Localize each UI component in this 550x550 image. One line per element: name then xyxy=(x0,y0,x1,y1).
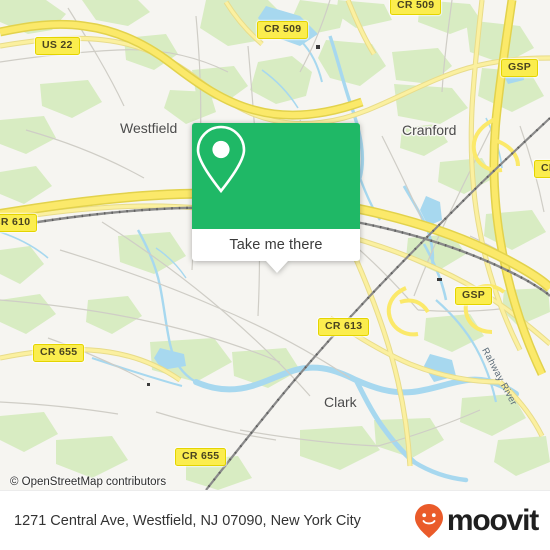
take-me-there-label: Take me there xyxy=(229,237,323,253)
map-attribution-bar: © OpenStreetMap contributors xyxy=(0,474,550,490)
footer-content: 1271 Central Ave, Westfield, NJ 07090, N… xyxy=(0,491,550,550)
footer-bar: 1271 Central Ave, Westfield, NJ 07090, N… xyxy=(0,490,550,550)
map-pin-icon xyxy=(196,125,246,194)
shield-cr-east-clipped: CR xyxy=(534,160,550,178)
callout-action-area[interactable]: Take me there xyxy=(192,229,360,261)
map-canvas[interactable]: Westfield Cranford Clark Rahway River US… xyxy=(0,0,550,490)
shield-us-22: US 22 xyxy=(35,37,80,55)
moovit-map-screen: Westfield Cranford Clark Rahway River US… xyxy=(0,0,550,550)
moovit-wordmark: moovit xyxy=(446,504,539,537)
shield-cr-509-north: CR 509 xyxy=(390,0,442,15)
location-callout-card[interactable]: Take me there xyxy=(192,123,360,273)
shield-cr-610: CR 610 xyxy=(0,214,38,232)
shield-cr-655-west: CR 655 xyxy=(33,344,85,362)
callout-tail xyxy=(266,261,288,273)
callout-icon-area xyxy=(192,123,360,229)
shield-cr-613: CR 613 xyxy=(318,318,370,336)
shield-cr-655-south: CR 655 xyxy=(175,448,227,466)
shield-gsp-north: GSP xyxy=(501,59,539,77)
address-text: 1271 Central Ave, Westfield, NJ 07090, N… xyxy=(14,512,361,529)
shield-gsp-south: GSP xyxy=(455,287,493,305)
openstreetmap-attribution[interactable]: © OpenStreetMap contributors xyxy=(0,476,166,488)
moovit-logo[interactable]: moovit xyxy=(414,503,539,539)
moovit-pin-smile-icon xyxy=(414,504,443,538)
shield-cr-509-west: CR 509 xyxy=(257,21,309,39)
